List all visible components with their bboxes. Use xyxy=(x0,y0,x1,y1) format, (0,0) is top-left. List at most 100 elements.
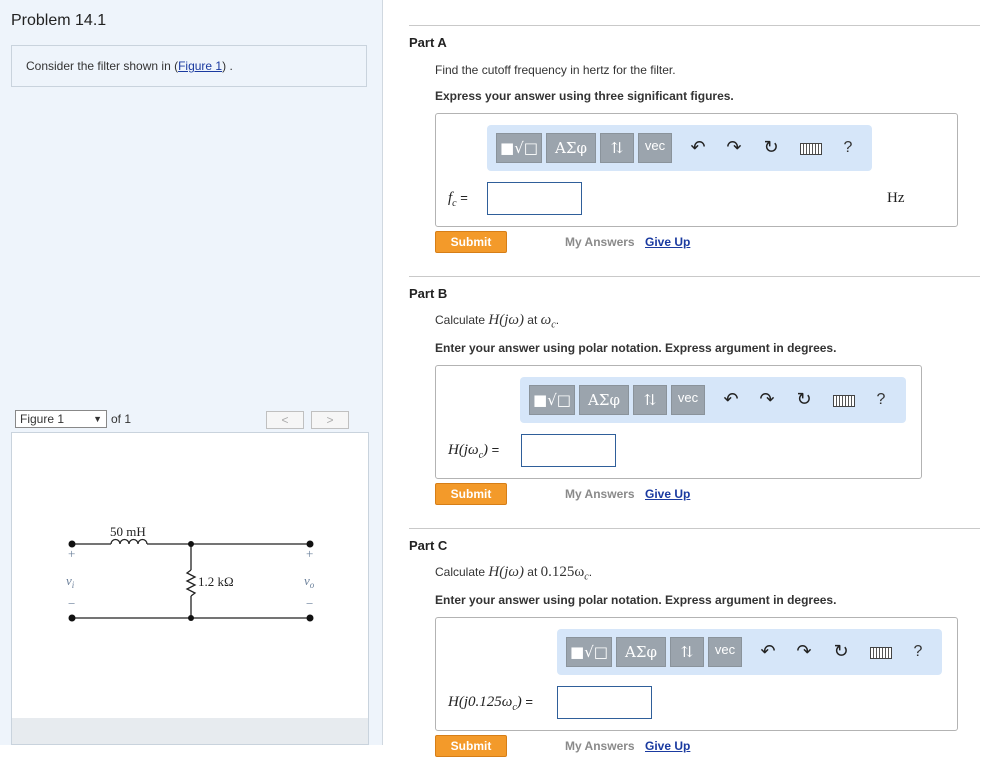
dropdown-arrow-icon: ▼ xyxy=(93,414,102,424)
problem-intro: Consider the filter shown in (Figure 1) … xyxy=(26,59,233,73)
part-c-title: Part C xyxy=(409,538,448,553)
undo-icon[interactable]: ↶ xyxy=(687,136,709,160)
vector-button[interactable]: vec xyxy=(671,385,705,415)
figure-select[interactable]: Figure 1 ▼ xyxy=(15,410,107,428)
problem-intro-box: Consider the filter shown in (Figure 1) … xyxy=(11,45,367,87)
keyboard-icon[interactable] xyxy=(833,395,855,407)
part-a-give-up-link[interactable]: Give Up xyxy=(645,235,690,249)
part-a-title: Part A xyxy=(409,35,447,50)
q-mid: at xyxy=(523,313,541,327)
undo-icon[interactable]: ↶ xyxy=(757,640,779,664)
keyboard-icon[interactable] xyxy=(800,143,822,155)
inductor-coil xyxy=(110,538,148,545)
vi-minus: − xyxy=(68,596,75,611)
divider xyxy=(409,25,980,26)
part-c-answer-input[interactable] xyxy=(557,686,652,719)
part-a-answer-box: ■√□ ΑΣφ ⇅ vec ↶ ↷ ↻ ? fc = Hz xyxy=(435,113,958,227)
intro-suffix: ) . xyxy=(222,59,233,73)
label-equals: = xyxy=(456,190,468,205)
help-icon[interactable]: ? xyxy=(837,136,859,160)
part-b-math-toolbar: ■√□ ΑΣφ ⇅ vec ↶ ↷ ↻ ? xyxy=(520,377,906,423)
figure-link[interactable]: Figure 1 xyxy=(178,59,222,73)
redo-icon[interactable]: ↷ xyxy=(793,640,815,664)
circuit-diagram: 50 mH 1.2 kΩ + vi − + vo − xyxy=(66,524,315,622)
part-c-answer-label: H(j0.125ωc) = xyxy=(448,694,533,713)
part-a-answer-label: fc = xyxy=(448,190,468,209)
templates-button[interactable]: ■√□ xyxy=(529,385,575,415)
help-icon[interactable]: ? xyxy=(870,388,892,412)
q-mid: at xyxy=(523,565,541,579)
part-c-submit-button[interactable]: Submit xyxy=(435,735,507,757)
part-c-instruction: Enter your answer using polar notation. … xyxy=(435,593,837,607)
vector-button[interactable]: vec xyxy=(638,133,672,163)
vo-plus: + xyxy=(306,546,313,561)
part-b-answer-box: ■√□ ΑΣφ ⇅ vec ↶ ↷ ↻ ? H(jωc) = xyxy=(435,365,922,479)
output-bottom-terminal xyxy=(306,614,314,622)
part-b-title: Part B xyxy=(409,286,448,301)
label-main: H(jω xyxy=(448,442,479,458)
part-b-question: Calculate H(jω) at ωc. xyxy=(435,312,559,330)
top-node xyxy=(188,541,194,547)
label-equals: = xyxy=(488,442,500,457)
q-suffix: . xyxy=(588,565,593,579)
vi-label: vi xyxy=(66,573,75,590)
reset-icon[interactable]: ↻ xyxy=(760,136,782,160)
problem-panel: Problem 14.1 Consider the filter shown i… xyxy=(0,0,383,745)
figure-footer xyxy=(12,718,368,744)
part-a-math-toolbar: ■√□ ΑΣφ ⇅ vec ↶ ↷ ↻ ? xyxy=(487,125,872,171)
resistor-label: 1.2 kΩ xyxy=(198,574,234,589)
part-b-my-answers: My Answers xyxy=(565,487,635,501)
part-b-instruction: Enter your answer using polar notation. … xyxy=(435,341,837,355)
subscript-superscript-button[interactable]: ⇅ xyxy=(670,637,704,667)
q-prefix: Calculate xyxy=(435,313,489,327)
input-bottom-terminal xyxy=(68,614,76,622)
part-c-give-up-link[interactable]: Give Up xyxy=(645,739,690,753)
q-math2: 0.125ω xyxy=(540,564,585,580)
resistor-zigzag xyxy=(185,569,197,597)
q-prefix: Calculate xyxy=(435,565,489,579)
redo-icon[interactable]: ↷ xyxy=(756,388,778,412)
intro-prefix: Consider the filter shown in ( xyxy=(26,59,179,73)
part-a-submit-button[interactable]: Submit xyxy=(435,231,507,253)
greek-symbols-button[interactable]: ΑΣφ xyxy=(616,637,666,667)
previous-figure-button[interactable]: < xyxy=(266,411,304,429)
q-suffix: . xyxy=(555,313,560,327)
label-equals: = xyxy=(521,694,534,709)
q-math2: ω xyxy=(540,312,552,328)
part-a-instruction: Express your answer using three signific… xyxy=(435,89,734,103)
next-figure-button[interactable]: > xyxy=(311,411,349,429)
part-b-submit-button[interactable]: Submit xyxy=(435,483,507,505)
templates-button[interactable]: ■√□ xyxy=(566,637,612,667)
part-b-answer-input[interactable] xyxy=(521,434,616,467)
subscript-superscript-button[interactable]: ⇅ xyxy=(633,385,667,415)
part-a-question: Find the cutoff frequency in hertz for t… xyxy=(435,63,676,77)
part-c-question: Calculate H(jω) at 0.125ωc. xyxy=(435,564,592,582)
inductor-label: 50 mH xyxy=(110,524,146,539)
divider xyxy=(409,528,980,529)
keyboard-icon[interactable] xyxy=(870,647,892,659)
undo-icon[interactable]: ↶ xyxy=(720,388,742,412)
redo-icon[interactable]: ↷ xyxy=(723,136,745,160)
templates-button[interactable]: ■√□ xyxy=(496,133,542,163)
help-icon[interactable]: ? xyxy=(907,640,929,664)
vector-button[interactable]: vec xyxy=(708,637,742,667)
figure-select-label: Figure 1 xyxy=(20,412,65,426)
figure-count: of 1 xyxy=(111,412,132,426)
reset-icon[interactable]: ↻ xyxy=(793,388,815,412)
part-b-answer-label: H(jωc) = xyxy=(448,442,499,461)
vi-plus: + xyxy=(68,546,75,561)
part-a-answer-input[interactable] xyxy=(487,182,582,215)
subscript-superscript-button[interactable]: ⇅ xyxy=(600,133,634,163)
bottom-node xyxy=(188,615,194,621)
vo-label: vo xyxy=(304,573,315,590)
figure-area: 50 mH 1.2 kΩ + vi − + vo − xyxy=(11,432,369,745)
reset-icon[interactable]: ↻ xyxy=(830,640,852,664)
vo-minus: − xyxy=(306,596,313,611)
greek-symbols-button[interactable]: ΑΣφ xyxy=(579,385,629,415)
q-math: H(jω) xyxy=(488,564,524,580)
greek-symbols-button[interactable]: ΑΣφ xyxy=(546,133,596,163)
label-main: H(j0.125ω xyxy=(448,694,513,710)
part-c-my-answers: My Answers xyxy=(565,739,635,753)
part-a-unit: Hz xyxy=(887,190,905,206)
part-b-give-up-link[interactable]: Give Up xyxy=(645,487,690,501)
